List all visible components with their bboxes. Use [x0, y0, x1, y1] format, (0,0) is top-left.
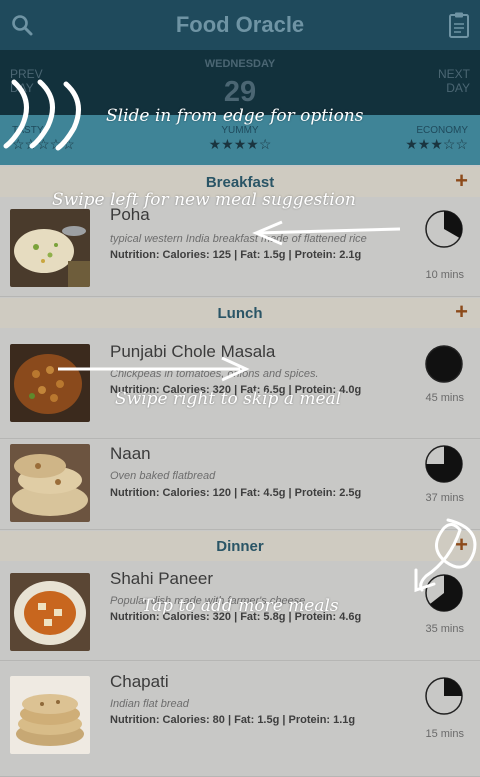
section-title-lunch: Lunch	[217, 305, 263, 322]
cook-time-pie-icon	[425, 210, 463, 248]
cook-time-pie-icon	[425, 345, 463, 383]
rating-yummy-stars: ★★★★☆	[208, 136, 272, 152]
next-day-label-line2: DAY	[446, 81, 470, 95]
day-name: WEDNESDAY	[204, 58, 276, 70]
rating-tasty-label: TASTY	[12, 125, 44, 136]
meal-name: Punjabi Chole Masala	[110, 342, 276, 361]
rating-yummy-label: YUMMY	[221, 125, 259, 136]
app-title: Food Oracle	[175, 12, 305, 37]
meal-list: Breakfast + Poha typical western India b…	[0, 165, 480, 777]
day-number: 29	[223, 76, 257, 108]
meal-row-chole[interactable]: Punjabi Chole Masala Chickpeas in tomato…	[0, 328, 480, 439]
meal-description: Chickpeas in tomatoes, onions and spices…	[110, 368, 319, 380]
hint-swipe-right: Swipe right to skip a meal	[115, 389, 342, 409]
cook-time: 45 mins	[425, 392, 464, 404]
meal-name: Chapati	[110, 672, 169, 691]
hint-swipe-left: Swipe left for new meal suggestion	[52, 190, 356, 210]
meal-thumb-poha	[10, 209, 90, 287]
rating-economy[interactable]: ECONOMY ★★★☆☆	[405, 125, 468, 154]
meal-nutrition: Nutrition: Calories: 80 | Fat: 1.5g | Pr…	[110, 714, 356, 726]
next-day-label-line1: NEXT	[437, 67, 470, 81]
rating-economy-label: ECONOMY	[416, 125, 468, 136]
clipboard-icon[interactable]	[448, 11, 470, 39]
meal-description: Oven baked flatbread	[110, 470, 216, 482]
rating-tasty[interactable]: TASTY ☆☆☆☆☆	[12, 125, 75, 154]
cook-time: 10 mins	[425, 269, 464, 281]
rating-tasty-stars: ☆☆☆☆☆	[12, 136, 75, 152]
add-dinner-plus-icon[interactable]: +	[455, 534, 468, 556]
meal-thumb-shahi-paneer	[10, 573, 90, 651]
meal-thumb-naan	[10, 444, 90, 522]
rating-economy-stars: ★★★☆☆	[405, 136, 468, 152]
cook-time-pie-icon	[425, 445, 463, 483]
meal-row-poha[interactable]: Poha typical western India breakfast mad…	[0, 197, 480, 297]
add-lunch-plus-icon[interactable]: +	[455, 301, 468, 323]
meal-nutrition: Nutrition: Calories: 120 | Fat: 4.5g | P…	[110, 487, 362, 499]
cook-time-pie-icon	[425, 574, 463, 612]
app-header: Food Oracle	[0, 0, 480, 50]
meal-description: typical western India breakfast made of …	[110, 233, 367, 245]
section-dinner: Dinner +	[0, 531, 480, 561]
hint-tap-add: Tap to add more meals	[142, 596, 339, 616]
meal-row-chapati[interactable]: Chapati Indian flat bread Nutrition: Cal…	[0, 662, 480, 777]
cook-time: 15 mins	[425, 728, 464, 740]
cook-time: 35 mins	[425, 623, 464, 635]
section-title-dinner: Dinner	[216, 538, 264, 555]
meal-name: Shahi Paneer	[110, 569, 214, 588]
next-day-button[interactable]: NEXT DAY	[438, 67, 470, 95]
meal-row-naan[interactable]: Naan Oven baked flatbread Nutrition: Cal…	[0, 440, 480, 530]
meal-description: Indian flat bread	[110, 698, 189, 710]
search-icon[interactable]	[10, 13, 34, 37]
meal-name: Naan	[110, 444, 151, 463]
add-breakfast-plus-icon[interactable]: +	[455, 170, 468, 192]
cook-time: 37 mins	[425, 492, 464, 504]
rating-yummy[interactable]: YUMMY ★★★★☆	[200, 125, 280, 154]
section-lunch: Lunch +	[0, 298, 480, 328]
meal-thumb-chapati	[10, 676, 90, 754]
cook-time-pie-icon	[425, 677, 463, 715]
hint-slide-edge: Slide in from edge for options	[106, 106, 364, 126]
meal-nutrition: Nutrition: Calories: 125 | Fat: 1.5g | P…	[110, 249, 362, 261]
section-title-breakfast: Breakfast	[205, 174, 275, 191]
meal-thumb-chole	[10, 344, 90, 422]
